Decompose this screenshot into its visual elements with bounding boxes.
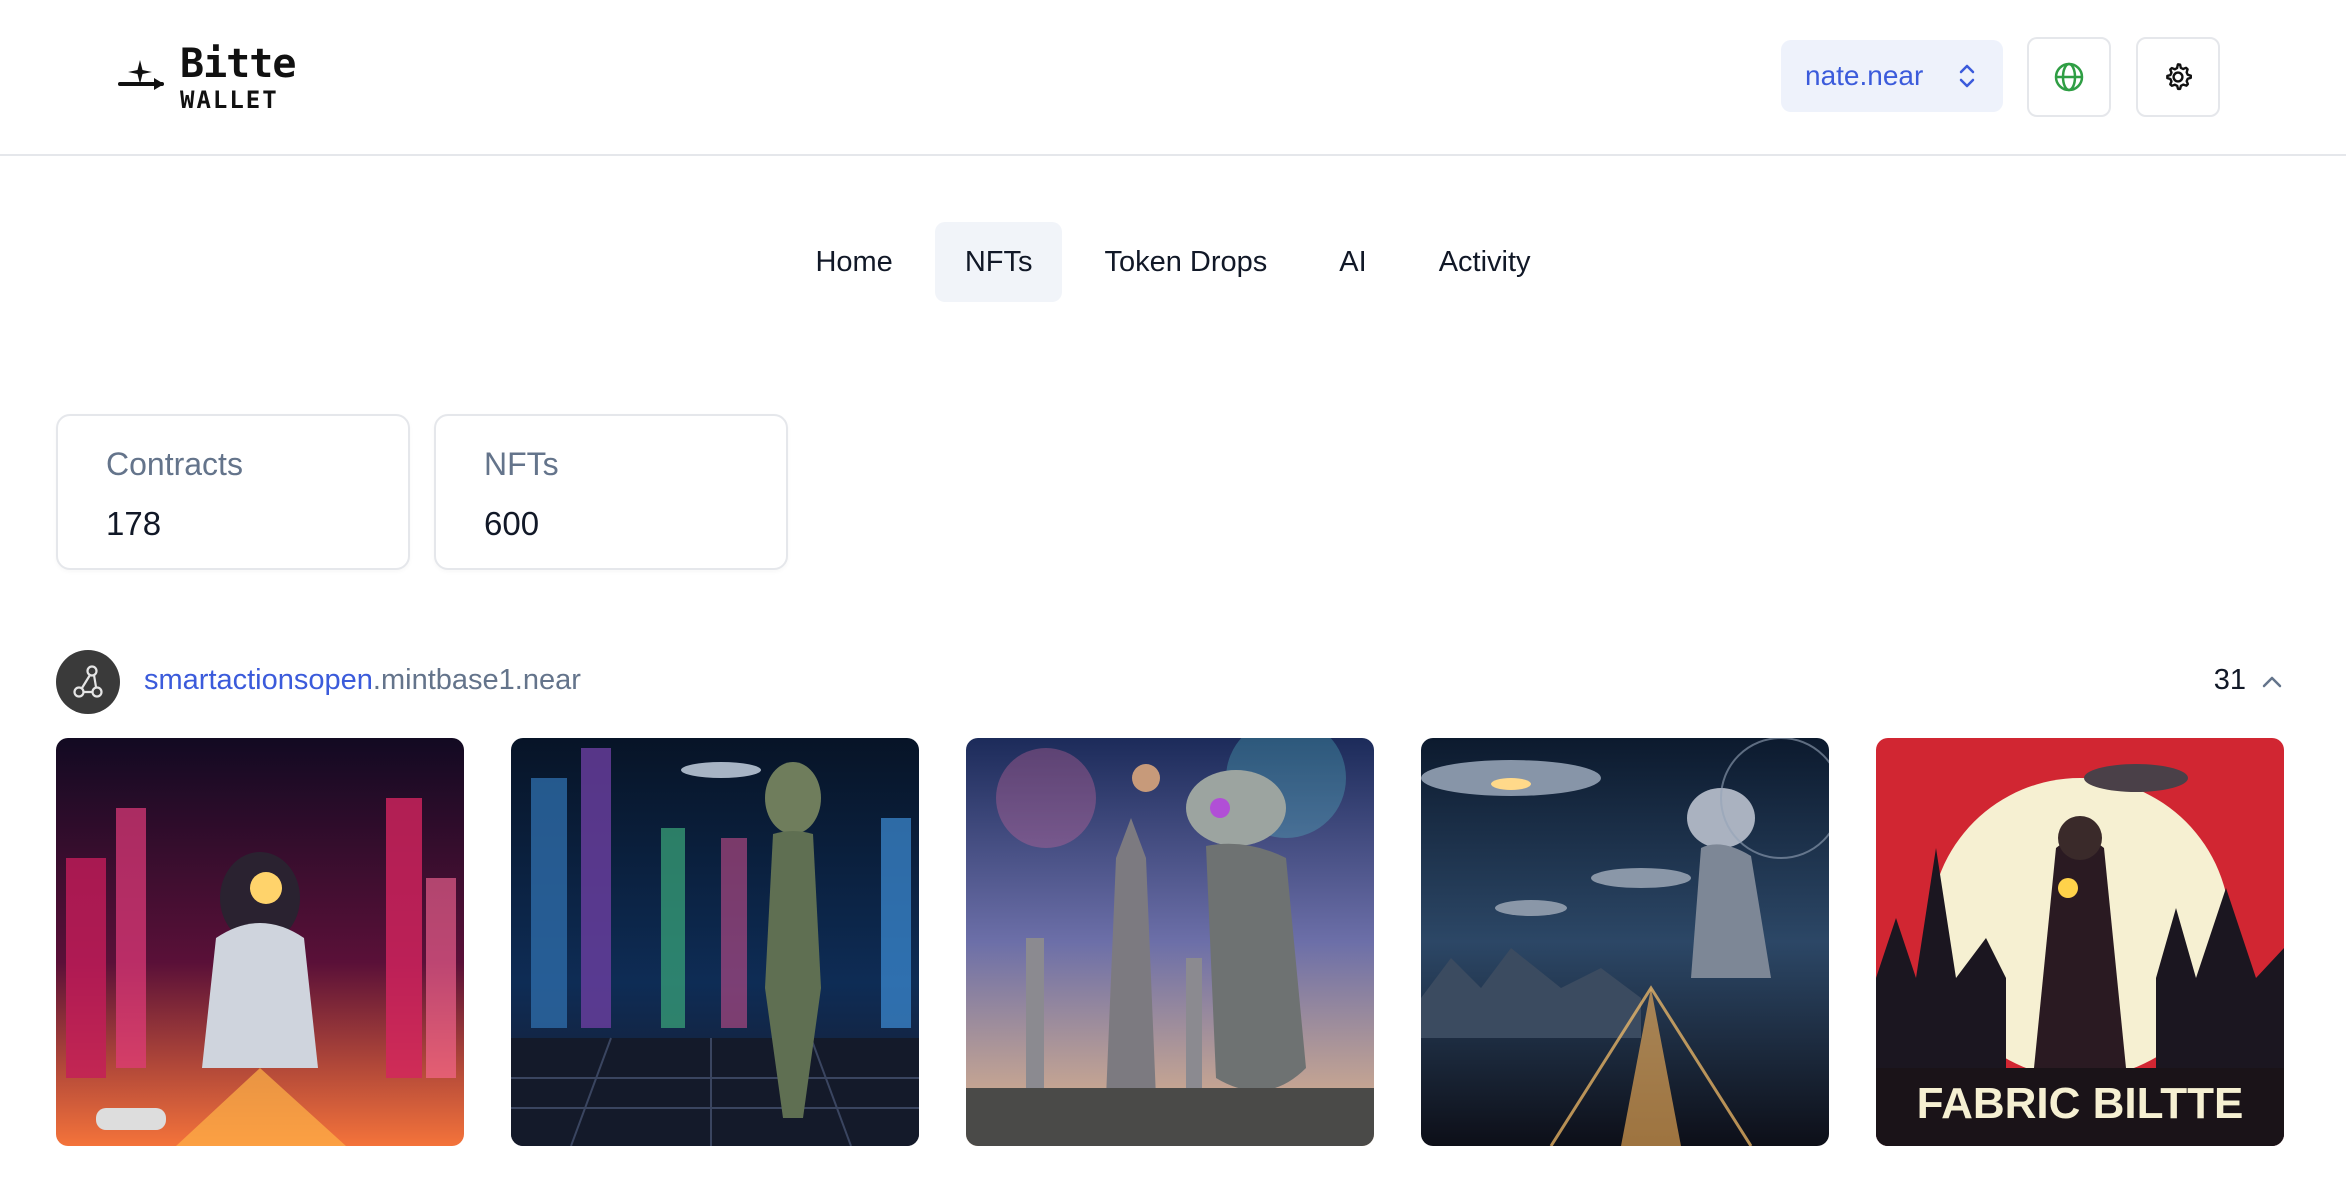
collection-count: 31 xyxy=(2213,664,2246,696)
nft-image xyxy=(1421,738,1829,1146)
tab-ai[interactable]: AI xyxy=(1309,222,1396,302)
collection-header[interactable]: smartactionsopen.mintbase1.near 31 xyxy=(56,650,2286,714)
nft-poster-title: FABRIC BILTTE xyxy=(1917,1079,2244,1128)
network-icon xyxy=(73,665,103,698)
nft-image xyxy=(511,738,919,1146)
nft-card[interactable]: FABRIC BILTTE xyxy=(1876,738,2284,1146)
tab-activity[interactable]: Activity xyxy=(1409,222,1561,302)
nfts-stat-card: NFTs 600 xyxy=(434,414,788,570)
bitte-wallet-logo[interactable]: Bitte WALLET xyxy=(118,40,296,116)
tab-token-drops[interactable]: Token Drops xyxy=(1074,222,1297,302)
nft-image xyxy=(56,738,464,1146)
chevron-up-down-icon xyxy=(1959,64,1975,88)
settings-button[interactable] xyxy=(2136,37,2220,117)
collection-avatar xyxy=(56,650,120,714)
network-button[interactable] xyxy=(2027,37,2111,117)
nfts-value: 600 xyxy=(484,505,540,542)
nft-card[interactable] xyxy=(1421,738,1829,1146)
nft-card[interactable] xyxy=(511,738,919,1146)
nft-image: FABRIC BILTTE xyxy=(1876,738,2284,1146)
nft-card[interactable] xyxy=(966,738,1374,1146)
chevron-up-icon[interactable] xyxy=(2258,668,2286,696)
collection-name-suffix: .mintbase1.near xyxy=(372,664,581,696)
nfts-label: NFTs xyxy=(484,446,559,482)
main-tabs: Home NFTs Token Drops AI Activity xyxy=(0,222,2346,302)
collection-name[interactable]: smartactionsopen.mintbase1.near xyxy=(144,664,581,697)
logo-sub: WALLET xyxy=(180,86,279,114)
nft-image xyxy=(966,738,1374,1146)
tab-nfts[interactable]: NFTs xyxy=(934,222,1063,302)
contracts-label: Contracts xyxy=(106,446,243,482)
account-selector[interactable]: nate.near xyxy=(1781,40,2003,112)
logo-brand: Bitte xyxy=(180,41,296,87)
nft-card[interactable] xyxy=(56,738,464,1146)
contracts-value: 178 xyxy=(106,505,162,542)
collection-name-primary: smartactionsopen xyxy=(144,664,373,696)
globe-icon xyxy=(2054,62,2084,92)
sparkle-arrow-icon xyxy=(118,60,164,90)
top-bar: Bitte WALLET nate.near xyxy=(0,0,2346,156)
tab-home[interactable]: Home xyxy=(785,222,922,302)
account-name: nate.near xyxy=(1805,60,1924,91)
contracts-stat-card: Contracts 178 xyxy=(56,414,410,570)
gear-icon xyxy=(2166,63,2192,91)
